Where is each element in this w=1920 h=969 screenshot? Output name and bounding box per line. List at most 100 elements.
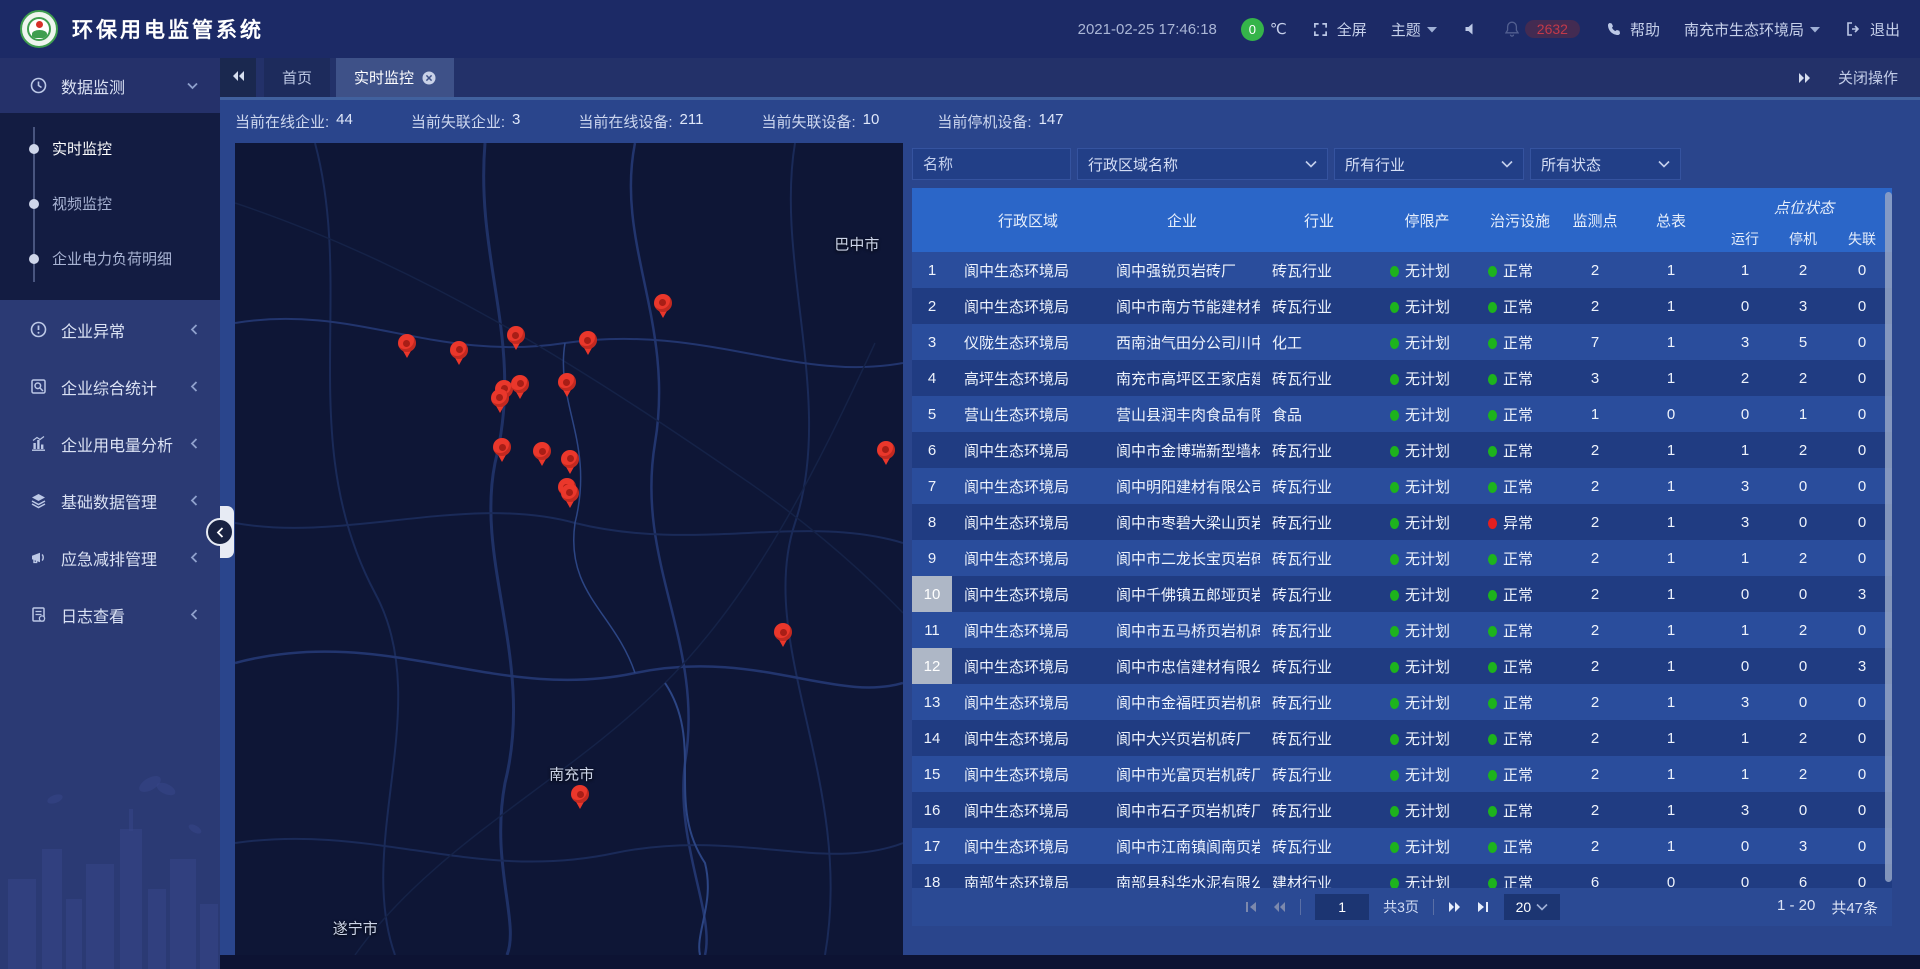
cell-production: 无计划 [1378, 864, 1476, 888]
cell-facility: 正常 [1476, 540, 1564, 576]
close-operations-button[interactable]: 关闭操作 [1838, 67, 1898, 88]
map[interactable]: 巴中市 南充市 遂宁市 [235, 143, 903, 955]
table-row[interactable]: 7 阆中生态环境局 阆中明阳建材有限公司 砖瓦行业 无计划 正常 2 1 3 [912, 468, 1892, 504]
help-button[interactable]: 帮助 [1604, 19, 1660, 40]
region-filter-select[interactable]: 行政区域名称 [1077, 148, 1328, 180]
tab[interactable]: 实时监控 [336, 58, 454, 97]
stat-value: 44 [336, 111, 353, 132]
cell-running: 0 [1716, 648, 1774, 684]
sound-toggle[interactable] [1461, 22, 1481, 36]
notifications[interactable]: 2632 [1505, 20, 1580, 38]
sidebar-item-data-monitoring[interactable]: 数据监测 [0, 58, 220, 113]
table-row[interactable]: 12 阆中生态环境局 阆中市忠信建材有限公 砖瓦行业 无计划 正常 2 1 0 [912, 648, 1892, 684]
row-number: 12 [912, 648, 952, 684]
industry-filter-select[interactable]: 所有行业 [1334, 148, 1524, 180]
cell-running: 2 [1716, 360, 1774, 396]
cell-meters: 1 [1626, 648, 1716, 684]
sidebar-subitem-label: 实时监控 [52, 138, 112, 159]
cell-meters: 0 [1626, 864, 1716, 888]
cell-industry: 砖瓦行业 [1260, 288, 1378, 324]
prev-page-button[interactable] [1272, 901, 1286, 913]
map-city-label: 南充市 [549, 763, 594, 784]
sidebar-collapse-toggle[interactable] [206, 518, 234, 546]
facility-status-dot [1488, 410, 1497, 421]
cell-facility: 正常 [1476, 792, 1564, 828]
cell-running: 1 [1716, 612, 1774, 648]
production-status-dot [1390, 842, 1399, 853]
col-facility: 治污设施 [1476, 188, 1564, 252]
sidebar-subitem[interactable]: 视频监控 [0, 176, 220, 231]
chevron-left-icon [190, 324, 198, 335]
table-row[interactable]: 14 阆中生态环境局 阆中大兴页岩机砖厂 砖瓦行业 无计划 正常 2 1 1 [912, 720, 1892, 756]
production-status-dot [1390, 374, 1399, 385]
tab-scroll-left-button[interactable] [220, 58, 256, 97]
page-number-input[interactable] [1315, 894, 1369, 920]
logout-icon [1844, 22, 1864, 36]
page-size-select[interactable]: 20 [1504, 894, 1560, 920]
facility-status-dot [1488, 518, 1497, 529]
cell-industry: 砖瓦行业 [1260, 360, 1378, 396]
next-page-button[interactable] [1448, 901, 1462, 913]
table-row[interactable]: 8 阆中生态环境局 阆中市枣碧大梁山页岩 砖瓦行业 无计划 异常 2 1 3 [912, 504, 1892, 540]
name-filter-input[interactable] [912, 148, 1071, 180]
cell-company: 阆中市石子页岩机砖厂 [1104, 792, 1260, 828]
cell-running: 3 [1716, 468, 1774, 504]
cell-facility: 正常 [1476, 432, 1564, 468]
table-row[interactable]: 16 阆中生态环境局 阆中市石子页岩机砖厂 砖瓦行业 无计划 正常 2 1 3 [912, 792, 1892, 828]
fullscreen-button[interactable]: 全屏 [1311, 19, 1367, 40]
table-row[interactable]: 6 阆中生态环境局 阆中市金博瑞新型墙材 砖瓦行业 无计划 正常 2 1 1 [912, 432, 1892, 468]
sidebar-subitem[interactable]: 企业电力负荷明细 [0, 231, 220, 286]
first-page-button[interactable] [1244, 901, 1258, 913]
row-number: 7 [912, 468, 952, 504]
user-org-dropdown[interactable]: 南充市生态环境局 [1684, 19, 1820, 40]
cell-facility: 正常 [1476, 612, 1564, 648]
main-area: 首页 实时监控 关闭操作 当前在线企业: 44 [220, 58, 1920, 969]
cell-running: 0 [1716, 828, 1774, 864]
logout-button[interactable]: 退出 [1844, 19, 1900, 40]
sidebar-item[interactable]: 应急减排管理 [0, 530, 220, 585]
cell-company: 西南油气田分公司川中 [1104, 324, 1260, 360]
sidebar-item[interactable]: 企业异常 [0, 302, 220, 357]
table-row[interactable]: 4 高坪生态环境局 南充市高坪区王家店建 砖瓦行业 无计划 正常 3 1 2 [912, 360, 1892, 396]
table-row[interactable]: 5 营山生态环境局 营山县润丰肉食品有限 食品 无计划 正常 1 0 0 1 [912, 396, 1892, 432]
table-row[interactable]: 1 阆中生态环境局 阆中强锐页岩砖厂 砖瓦行业 无计划 正常 2 1 1 2 [912, 252, 1892, 288]
cell-bureau: 阆中生态环境局 [952, 504, 1104, 540]
cell-bureau: 阆中生态环境局 [952, 792, 1104, 828]
stats-bar: 当前在线企业: 44 当前失联企业: 3 当前在线设备: 211 当前失联设备:… [220, 100, 1920, 143]
cell-offline: 0 [1832, 252, 1892, 288]
sidebar-item[interactable]: 基础数据管理 [0, 473, 220, 528]
tab-scroll-right-button[interactable] [1798, 72, 1812, 84]
table-row[interactable]: 10 阆中生态环境局 阆中千佛镇五郎垭页岩 砖瓦行业 无计划 正常 2 1 0 [912, 576, 1892, 612]
right-panel: 行政区域名称 所有行业 所有状态 [912, 143, 1892, 955]
close-icon[interactable] [422, 71, 436, 85]
status-filter-select[interactable]: 所有状态 [1530, 148, 1681, 180]
cell-points: 2 [1564, 684, 1626, 720]
table-row[interactable]: 11 阆中生态环境局 阆中市五马桥页岩机砖 砖瓦行业 无计划 正常 2 1 1 [912, 612, 1892, 648]
cell-industry: 砖瓦行业 [1260, 684, 1378, 720]
table-row[interactable]: 3 仪陇生态环境局 西南油气田分公司川中 化工 无计划 正常 7 1 3 5 [912, 324, 1892, 360]
sidebar-item[interactable]: 企业综合统计 [0, 359, 220, 414]
tab[interactable]: 首页 [264, 58, 330, 97]
cell-company: 阆中市金博瑞新型墙材 [1104, 432, 1260, 468]
table-row[interactable]: 13 阆中生态环境局 阆中市金福旺页岩机砖 砖瓦行业 无计划 正常 2 1 3 [912, 684, 1892, 720]
sidebar-submenu: 实时监控 视频监控 企业电力负荷明细 [0, 113, 220, 300]
table-row[interactable]: 9 阆中生态环境局 阆中市二龙长宝页岩砖 砖瓦行业 无计划 正常 2 1 1 [912, 540, 1892, 576]
cell-facility: 异常 [1476, 504, 1564, 540]
cell-offline: 0 [1832, 864, 1892, 888]
sidebar-item[interactable]: 企业用电量分析 [0, 416, 220, 471]
stat-item: 当前在线设备: 211 [578, 111, 703, 132]
cell-production: 无计划 [1378, 540, 1476, 576]
table-row[interactable]: 18 南部生态环境局 南部县科华水泥有限公 建材行业 无计划 正常 6 0 0 [912, 864, 1892, 888]
enterprise-table: 行政区域 企业 行业 停限产 治污设施 监测点 总表 点位状态 运行 [912, 188, 1892, 888]
last-page-button[interactable] [1476, 901, 1490, 913]
sidebar-subitem[interactable]: 实时监控 [0, 121, 220, 176]
row-number: 17 [912, 828, 952, 864]
cell-running: 3 [1716, 684, 1774, 720]
theme-dropdown[interactable]: 主题 [1391, 19, 1437, 40]
table-row[interactable]: 17 阆中生态环境局 阆中市江南镇阆南页岩 砖瓦行业 无计划 正常 2 1 0 [912, 828, 1892, 864]
table-row[interactable]: 15 阆中生态环境局 阆中市光富页岩机砖厂 砖瓦行业 无计划 正常 2 1 1 [912, 756, 1892, 792]
table-row[interactable]: 2 阆中生态环境局 阆中市南方节能建材有 砖瓦行业 无计划 正常 2 1 0 [912, 288, 1892, 324]
cell-industry: 砖瓦行业 [1260, 432, 1378, 468]
sidebar-item[interactable]: 日志查看 [0, 587, 220, 642]
table-scrollbar[interactable] [1885, 192, 1892, 882]
